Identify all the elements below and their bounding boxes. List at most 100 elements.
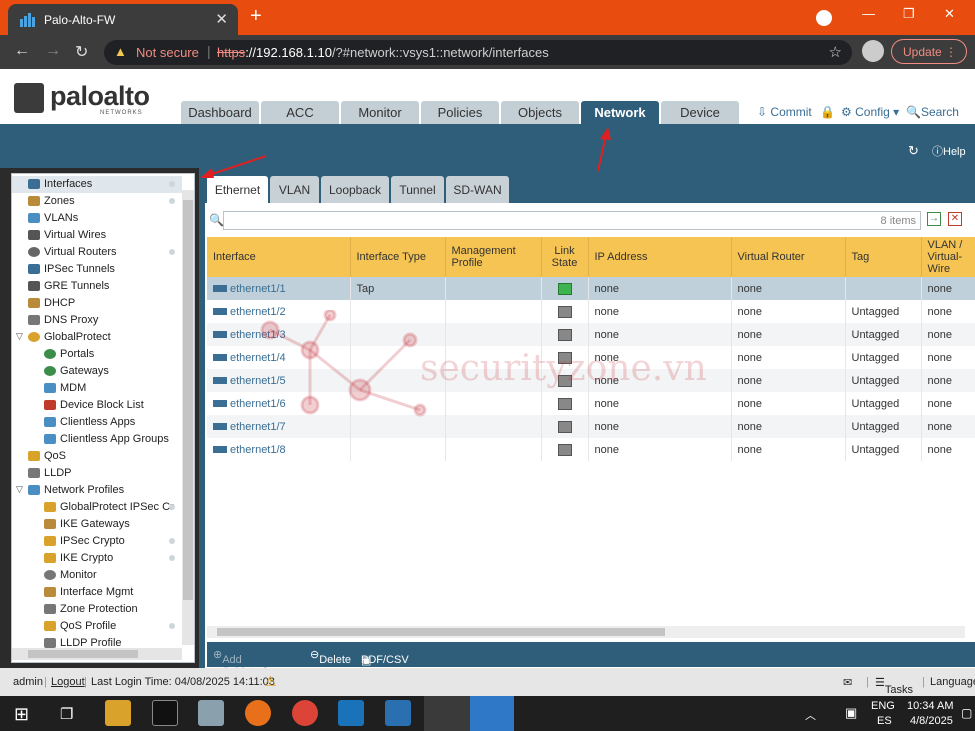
column-header[interactable]: Management Profile: [445, 237, 542, 277]
sidebar-item-interface-mgmt[interactable]: Interface Mgmt: [12, 584, 182, 601]
tasks-button[interactable]: ☰ Tasks: [875, 676, 913, 696]
interface-link[interactable]: ethernet1/1: [230, 283, 286, 295]
sidebar-item-gateways[interactable]: Gateways: [12, 363, 182, 380]
clear-filter-icon[interactable]: ✕: [948, 212, 962, 226]
logout-link[interactable]: Logout: [51, 676, 85, 688]
sidebar-item-ike-crypto[interactable]: IKE Crypto: [12, 550, 182, 567]
reload-icon[interactable]: ↻: [75, 42, 88, 62]
lock-icon[interactable]: 🔒: [820, 105, 835, 119]
task-view-icon[interactable]: ❐: [60, 705, 73, 723]
sidebar-item-zone-protection[interactable]: Zone Protection: [12, 601, 182, 618]
language-button[interactable]: Language: [930, 676, 975, 688]
sidebar-item-gre-tunnels[interactable]: GRE Tunnels: [12, 278, 182, 295]
scrollbar-thumb[interactable]: [183, 200, 193, 600]
tab-objects[interactable]: Objects: [501, 101, 579, 124]
scrollbar-thumb[interactable]: [217, 628, 665, 636]
sidebar-item-clientless-apps[interactable]: Clientless Apps: [12, 414, 182, 431]
warning-icon[interactable]: ▲: [114, 44, 127, 59]
tab-monitor[interactable]: Monitor: [341, 101, 419, 124]
active-app-icon[interactable]: [424, 696, 470, 731]
language-primary[interactable]: ENG: [871, 700, 895, 712]
refresh-icon[interactable]: ↻: [908, 143, 919, 159]
chrome-icon[interactable]: [292, 700, 318, 726]
tab-acc[interactable]: ACC: [261, 101, 339, 124]
tab-policies[interactable]: Policies: [421, 101, 499, 124]
filter-input[interactable]: 8 items: [223, 211, 921, 230]
file-explorer-icon[interactable]: [105, 700, 131, 726]
close-tab-icon[interactable]: ✕: [215, 10, 228, 28]
collapse-icon[interactable]: ▽: [16, 484, 23, 495]
commit-button[interactable]: ⇩ Commit: [757, 105, 812, 119]
column-header[interactable]: Tag: [845, 237, 922, 277]
chrome-active-icon[interactable]: [470, 696, 514, 731]
browser-tab[interactable]: Palo-Alto-FW ✕: [8, 4, 238, 35]
sidebar-item-clientless-app-groups[interactable]: Clientless App Groups: [12, 431, 182, 448]
sidebar-item-ipsec-crypto[interactable]: IPSec Crypto: [12, 533, 182, 550]
scrollbar-thumb[interactable]: [28, 650, 138, 658]
tab-network[interactable]: Network: [581, 101, 659, 124]
new-tab-button[interactable]: +: [250, 5, 262, 28]
clock-date[interactable]: 4/8/2025: [910, 715, 953, 727]
tray-expand-icon[interactable]: ︿: [805, 707, 816, 723]
profile-avatar[interactable]: [862, 40, 884, 62]
language-secondary[interactable]: ES: [877, 715, 892, 727]
window-close-icon[interactable]: ✕: [944, 6, 955, 22]
sidebar-item-virtual-wires[interactable]: Virtual Wires: [12, 227, 182, 244]
sidebar-item-globalprotect[interactable]: ▽ GlobalProtect: [12, 329, 182, 346]
notification-icon[interactable]: ▢: [961, 706, 972, 720]
sidebar-item-vlans[interactable]: VLANs: [12, 210, 182, 227]
terminal-icon[interactable]: [152, 700, 178, 726]
add-subinterface-button[interactable]: ⊕ Add Subinterface: [213, 648, 284, 678]
sidebar-item-lldp[interactable]: LLDP: [12, 465, 182, 482]
sidebar-item-ipsec-tunnels[interactable]: IPSec Tunnels: [12, 261, 182, 278]
column-header[interactable]: IP Address: [588, 237, 732, 277]
delete-button[interactable]: ⊖ Delete: [310, 648, 351, 666]
network-tray-icon[interactable]: ▣: [845, 705, 857, 721]
tab-device[interactable]: Device: [661, 101, 739, 124]
sidebar-horizontal-scrollbar[interactable]: [12, 648, 182, 660]
message-icon[interactable]: ✉: [843, 676, 852, 689]
sidebar-item-virtual-routers[interactable]: Virtual Routers: [12, 244, 182, 261]
config-button[interactable]: ⚙ Config ▾: [841, 105, 899, 119]
sidebar-item-mdm[interactable]: MDM: [12, 380, 182, 397]
sidebar-item-zones[interactable]: Zones: [12, 193, 182, 210]
subtab-sdwan[interactable]: SD-WAN: [446, 176, 509, 203]
interface-link[interactable]: ethernet1/7: [230, 421, 286, 433]
tab-dashboard[interactable]: Dashboard: [181, 101, 259, 124]
column-header[interactable]: Interface: [207, 237, 351, 277]
table-row[interactable]: ethernet1/8 none none Untagged none: [207, 438, 975, 461]
sidebar-item-qos-profile[interactable]: QoS Profile: [12, 618, 182, 635]
column-header[interactable]: Link State: [541, 237, 589, 277]
profile-download-icon[interactable]: [816, 10, 832, 26]
subtab-vlan[interactable]: VLAN: [270, 176, 319, 203]
back-icon[interactable]: ←: [14, 42, 30, 60]
minimize-icon[interactable]: —: [862, 6, 875, 21]
not-secure-label[interactable]: Not secure: [136, 45, 199, 60]
firefox-icon[interactable]: [245, 700, 271, 726]
sidebar-item-qos[interactable]: QoS: [12, 448, 182, 465]
help-button[interactable]: ⓘHelp: [932, 143, 966, 159]
search-button[interactable]: 🔍Search: [906, 105, 959, 119]
sidebar-item-interfaces[interactable]: Interfaces: [12, 176, 182, 193]
interface-link[interactable]: ethernet1/8: [230, 444, 286, 456]
sidebar-item-device-block-list[interactable]: Device Block List: [12, 397, 182, 414]
sidebar-item-dhcp[interactable]: DHCP: [12, 295, 182, 312]
warning-icon[interactable]: ⚠: [264, 673, 277, 690]
sidebar-vertical-scrollbar[interactable]: [182, 190, 194, 645]
forward-icon[interactable]: →: [45, 42, 61, 60]
sidebar-item-monitor[interactable]: Monitor: [12, 567, 182, 584]
apply-filter-icon[interactable]: →: [927, 212, 941, 226]
sidebar-item-network-profiles[interactable]: ▽ Network Profiles: [12, 482, 182, 499]
sidebar-item-dns-proxy[interactable]: DNS Proxy: [12, 312, 182, 329]
column-header[interactable]: Interface Type: [350, 237, 446, 277]
collapse-icon[interactable]: ▽: [16, 331, 23, 342]
windows-start-icon[interactable]: ⊞: [14, 704, 29, 725]
column-header[interactable]: VLAN / Virtual-Wire: [921, 237, 975, 277]
update-button[interactable]: Update ⋮: [891, 39, 967, 64]
sidebar-item-portals[interactable]: Portals: [12, 346, 182, 363]
restore-icon[interactable]: ❐: [903, 6, 915, 22]
vmware-icon[interactable]: [198, 700, 224, 726]
sidebar-item-globalprotect-ipsec[interactable]: GlobalProtect IPSec Cr: [12, 499, 182, 516]
sidebar-item-ike-gateways[interactable]: IKE Gateways: [12, 516, 182, 533]
subtab-loopback[interactable]: Loopback: [321, 176, 389, 203]
